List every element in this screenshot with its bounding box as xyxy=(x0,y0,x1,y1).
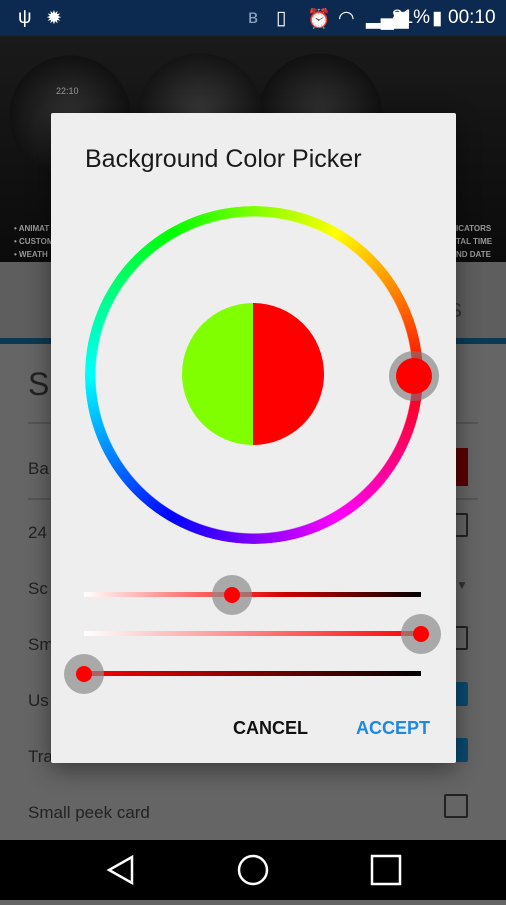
nav-bar xyxy=(0,840,506,900)
usb-icon: ψ xyxy=(18,7,32,28)
nav-icons xyxy=(106,854,402,886)
slider-thumb[interactable] xyxy=(64,653,104,694)
battery-charging-icon: ▮ xyxy=(432,8,443,29)
setting-sm[interactable]: Sm xyxy=(28,635,54,655)
android-debug-icon: ✹ xyxy=(46,8,62,29)
battery-percent: 81% xyxy=(392,7,431,28)
color-preview[interactable] xyxy=(182,303,324,445)
cancel-button[interactable]: CANCEL xyxy=(233,718,308,739)
setting-us[interactable]: Us xyxy=(28,691,49,711)
clock: 00:10 xyxy=(448,7,496,28)
setting-tra[interactable]: Tra xyxy=(28,747,53,767)
hue-thumb[interactable] xyxy=(389,351,439,401)
back-icon[interactable] xyxy=(106,854,134,886)
new-color xyxy=(253,303,324,445)
color-picker-dialog: Background Color Picker CANCEL ACCEPT xyxy=(51,113,456,763)
setting-background-color[interactable]: Ba xyxy=(28,459,49,479)
banner-features-right: ICATORS TAL TIME ND DATE xyxy=(456,222,492,261)
banner-feature: ND DATE xyxy=(456,250,491,259)
slider-thumb[interactable] xyxy=(401,613,441,654)
saturation-slider[interactable] xyxy=(84,574,421,615)
status-bar: ψ ✹ ʙ ▯ ⏰ ◠ ▂▄▆ 81% ▮ 00:10 xyxy=(0,0,506,36)
slider-thumb[interactable] xyxy=(212,574,253,615)
banner-feature: ICATORS xyxy=(456,224,492,233)
vibrate-icon: ▯ xyxy=(276,8,287,29)
chevron-down-icon[interactable]: ▼ xyxy=(456,578,468,592)
color-swatch[interactable] xyxy=(454,448,468,486)
banner-feature: • CUSTOM xyxy=(14,237,54,246)
banner-features-left: • ANIMAT • CUSTOM • WEATH xyxy=(14,222,54,261)
setting-24h[interactable]: 24 xyxy=(28,523,47,543)
banner-feature: TAL TIME xyxy=(456,237,493,246)
watch-time: 22:10 xyxy=(56,86,79,96)
opacity-slider[interactable] xyxy=(84,613,441,654)
old-color xyxy=(182,303,253,445)
checkbox[interactable] xyxy=(444,794,468,818)
setting-dropdown[interactable]: Sc xyxy=(28,579,48,599)
accept-button[interactable]: ACCEPT xyxy=(356,718,430,739)
dialog-title: Background Color Picker xyxy=(85,145,362,173)
banner-feature: • WEATH xyxy=(14,250,48,259)
wifi-icon: ◠ xyxy=(338,8,355,29)
value-slider[interactable] xyxy=(64,653,421,694)
home-icon[interactable] xyxy=(237,854,269,886)
recents-icon[interactable] xyxy=(370,854,402,886)
banner-feature: • ANIMAT xyxy=(14,224,50,233)
setting-small-peek-card[interactable]: Small peek card xyxy=(28,803,150,823)
alarm-icon: ⏰ xyxy=(307,9,331,30)
bluetooth-icon: ʙ xyxy=(248,7,259,28)
